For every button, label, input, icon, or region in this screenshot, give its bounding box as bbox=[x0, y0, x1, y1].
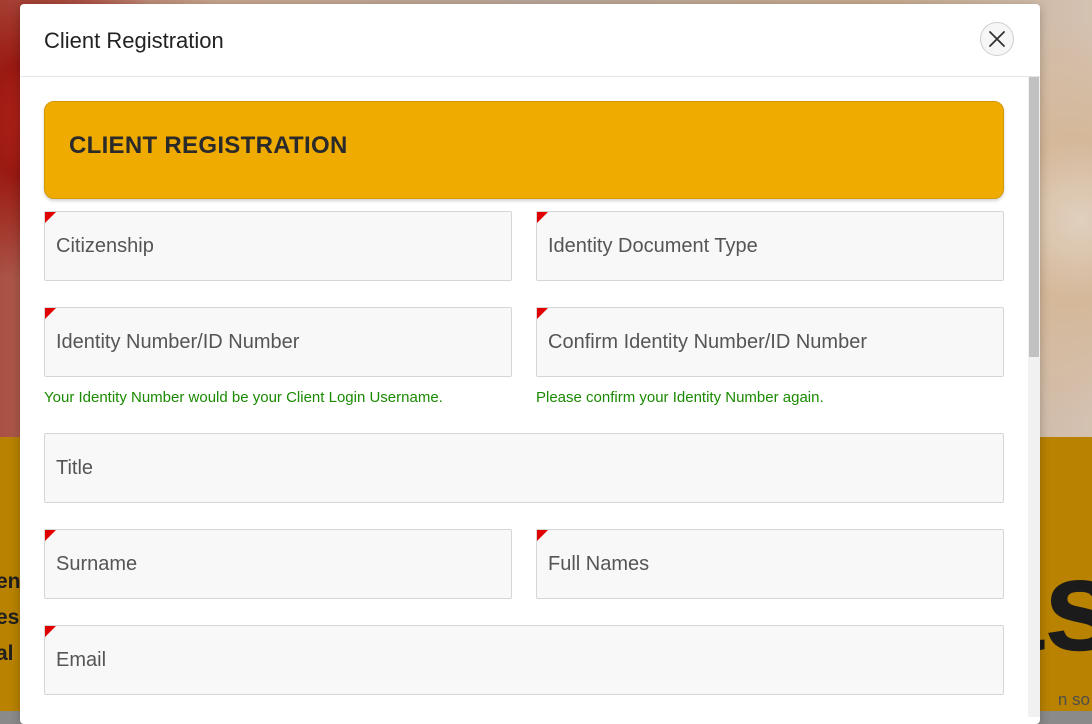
section-banner-title: CLIENT REGISTRATION bbox=[69, 132, 348, 159]
full-names-input[interactable] bbox=[537, 530, 1003, 598]
required-marker bbox=[45, 626, 56, 637]
modal-header: Client Registration bbox=[20, 4, 1040, 77]
required-marker bbox=[537, 212, 548, 223]
confirm-id-number-input[interactable] bbox=[537, 308, 1003, 376]
email-field bbox=[44, 625, 1004, 695]
citizenship-field bbox=[44, 211, 512, 281]
surname-input[interactable] bbox=[45, 530, 511, 598]
id-number-hint: Your Identity Number would be your Clien… bbox=[44, 389, 443, 406]
title-input[interactable] bbox=[45, 434, 1003, 502]
required-marker bbox=[45, 308, 56, 319]
modal-body: CLIENT REGISTRATION Your Identity Number… bbox=[20, 77, 1028, 717]
citizenship-input[interactable] bbox=[45, 212, 511, 280]
required-marker bbox=[45, 212, 56, 223]
title-field bbox=[44, 433, 1004, 503]
full-names-field bbox=[536, 529, 1004, 599]
confirm-id-number-hint: Please confirm your Identity Number agai… bbox=[536, 389, 824, 406]
surname-field bbox=[44, 529, 512, 599]
required-marker bbox=[537, 308, 548, 319]
scrollbar-thumb[interactable] bbox=[1029, 77, 1039, 357]
required-marker bbox=[537, 530, 548, 541]
confirm-id-number-field bbox=[536, 307, 1004, 377]
close-icon bbox=[989, 31, 1005, 47]
close-button[interactable] bbox=[980, 22, 1014, 56]
section-banner: CLIENT REGISTRATION bbox=[44, 101, 1004, 199]
id-document-type-field bbox=[536, 211, 1004, 281]
modal-title: Client Registration bbox=[44, 28, 224, 53]
id-number-field bbox=[44, 307, 512, 377]
email-input[interactable] bbox=[45, 626, 1003, 694]
required-marker bbox=[45, 530, 56, 541]
id-number-input[interactable] bbox=[45, 308, 511, 376]
registration-modal: Client Registration CLIENT REGISTRATION bbox=[20, 4, 1040, 724]
id-document-type-select[interactable] bbox=[537, 212, 1003, 280]
